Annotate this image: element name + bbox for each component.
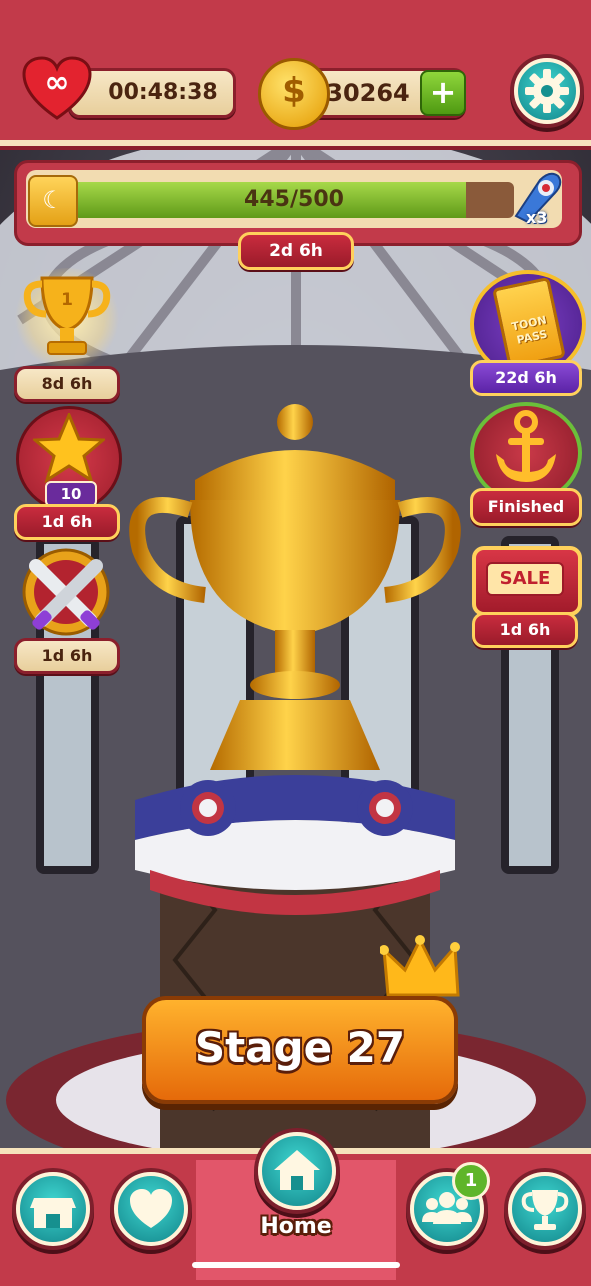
infinite-heart-icon[interactable]: ∞ bbox=[22, 56, 92, 122]
anchor-event-status: Finished bbox=[470, 488, 582, 526]
anchor-event-status-text: Finished bbox=[487, 497, 565, 516]
trophy-illustration bbox=[120, 400, 470, 790]
add-coins-button[interactable]: + bbox=[420, 70, 466, 116]
crown-icon bbox=[379, 935, 470, 1005]
trophy-icon bbox=[521, 1190, 569, 1230]
svg-text:∞: ∞ bbox=[45, 65, 70, 100]
shop-tab[interactable] bbox=[16, 1172, 90, 1246]
sale-button[interactable]: SALE bbox=[472, 546, 582, 616]
home-tab[interactable] bbox=[258, 1132, 336, 1210]
anchor-icon bbox=[496, 410, 556, 482]
leaderboard-tab[interactable] bbox=[508, 1172, 582, 1246]
sale-timer: 1d 6h bbox=[472, 612, 578, 648]
progress-timer: 2d 6h bbox=[238, 232, 354, 270]
friends-notification-count: 1 bbox=[464, 1170, 478, 1191]
plus-icon: + bbox=[429, 73, 457, 111]
house-icon bbox=[274, 1150, 320, 1190]
lives-timer-text: 00:48:38 bbox=[108, 80, 218, 105]
star-event-button[interactable]: 10 bbox=[16, 406, 122, 512]
trophy-event-timer-text: 8d 6h bbox=[41, 374, 93, 393]
home-tab-label: Home bbox=[260, 1214, 332, 1239]
progress-timer-text: 2d 6h bbox=[269, 241, 323, 261]
trophy-event-button[interactable]: 1 bbox=[12, 268, 122, 368]
settings-button[interactable] bbox=[514, 58, 580, 124]
booster-count: x3 bbox=[526, 208, 548, 227]
trophy-event-timer: 8d 6h bbox=[14, 366, 120, 402]
battle-event-timer: 1d 6h bbox=[14, 638, 120, 674]
sale-sign: SALE bbox=[486, 562, 564, 596]
coin-icon: $ bbox=[258, 58, 330, 130]
ticket-icon: TOON PASS bbox=[492, 276, 566, 370]
progress-value: 445/500 bbox=[244, 187, 344, 212]
shop-icon bbox=[30, 1198, 76, 1228]
sale-text: SALE bbox=[499, 568, 551, 589]
stage-button-label: Stage 27 bbox=[194, 1023, 406, 1072]
stage-button[interactable]: Stage 27 bbox=[142, 996, 458, 1104]
star-icon bbox=[33, 413, 105, 483]
gear-icon bbox=[525, 69, 569, 113]
heart-icon bbox=[130, 1189, 172, 1228]
lives-timer-panel[interactable]: 00:48:38 bbox=[68, 68, 236, 118]
star-event-timer-text: 1d 6h bbox=[41, 512, 93, 531]
friends-notification-badge: 1 bbox=[452, 1162, 490, 1200]
crossed-swords-icon bbox=[22, 548, 110, 636]
sale-timer-text: 1d 6h bbox=[499, 620, 551, 639]
booster-rocket-icon[interactable]: x3 bbox=[506, 168, 564, 228]
battle-event-timer-text: 1d 6h bbox=[41, 646, 93, 665]
moon-icon: ☾ bbox=[28, 175, 78, 227]
toon-pass-timer-text: 22d 6h bbox=[495, 368, 557, 387]
star-event-timer: 1d 6h bbox=[14, 504, 120, 540]
trophy-rank: 1 bbox=[61, 290, 73, 310]
home-indicator bbox=[192, 1262, 400, 1268]
gold-cup-icon bbox=[23, 276, 111, 355]
toon-pass-timer: 22d 6h bbox=[470, 360, 582, 396]
battle-event-button[interactable] bbox=[12, 546, 120, 642]
lives-tab[interactable] bbox=[114, 1172, 188, 1246]
